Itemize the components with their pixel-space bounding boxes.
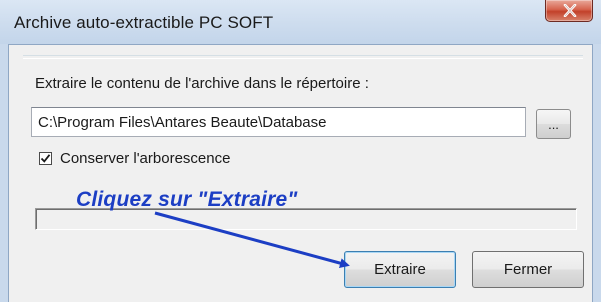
annotation-text: Cliquez sur "Extraire" [76,188,298,211]
dialog-window: Archive auto-extractible PC SOFT Extrair… [0,0,601,302]
close-icon [563,4,577,17]
checkmark-icon [40,154,51,163]
preserve-tree-label: Conserver l'arborescence [60,150,231,167]
destination-path-input[interactable] [31,107,526,137]
title-bar[interactable]: Archive auto-extractible PC SOFT [0,0,601,44]
window-close-button[interactable] [545,0,593,22]
browse-button[interactable]: ... [536,109,571,139]
preserve-tree-checkbox[interactable] [39,152,52,165]
close-button[interactable]: Fermer [472,251,584,288]
extract-button[interactable]: Extraire [344,251,456,288]
extract-folder-label: Extraire le contenu de l'archive dans le… [35,75,369,92]
group-box-border [23,55,583,59]
dialog-body: Extraire le contenu de l'archive dans le… [8,44,593,302]
window-title: Archive auto-extractible PC SOFT [14,13,274,32]
